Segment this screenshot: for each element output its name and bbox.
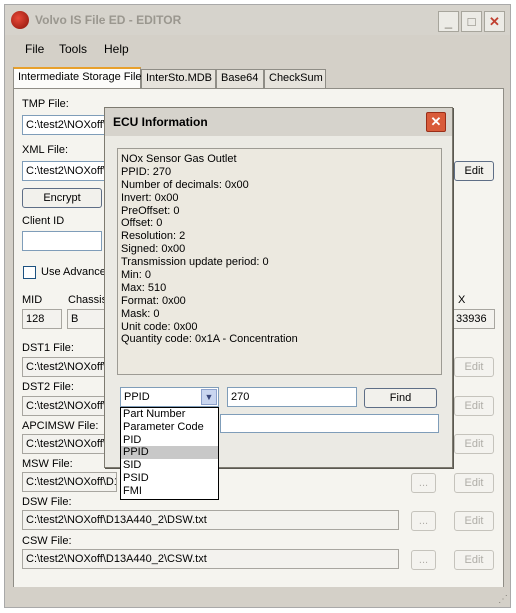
window-title: Volvo IS File ED - EDITOR xyxy=(35,13,182,27)
dst2-edit-button[interactable]: Edit xyxy=(454,396,494,416)
dsw-input[interactable]: C:\test2\NOXoff\D13A440_2\DSW.txt xyxy=(22,510,399,530)
client-id-input[interactable] xyxy=(22,231,102,251)
msw-input[interactable]: C:\test2\NOXoff\D13 xyxy=(22,472,117,492)
dsw-edit-button[interactable]: Edit xyxy=(454,511,494,531)
title-bar[interactable]: Volvo IS File ED - EDITOR _ □ ✕ xyxy=(5,5,510,35)
resize-grip-icon[interactable]: ⋰ xyxy=(498,594,508,605)
info-line: Signed: 0x00 xyxy=(121,243,186,256)
close-button[interactable]: ✕ xyxy=(484,11,505,32)
chevron-down-icon[interactable]: ▼ xyxy=(201,389,217,405)
find-button[interactable]: Find xyxy=(364,388,437,408)
info-line: Number of decimals: 0x00 xyxy=(121,178,249,191)
search-type-dropdown-list: Part Number Parameter Code PID PPID SID … xyxy=(120,407,219,500)
tmp-file-label: TMP File: xyxy=(22,98,69,110)
dst2-input[interactable]: C:\test2\NOXoff\ xyxy=(22,396,112,416)
dropdown-option-fmi[interactable]: FMI xyxy=(121,485,218,498)
client-id-label: Client ID xyxy=(22,215,65,227)
tab-base64[interactable]: Base64 xyxy=(216,69,264,88)
menu-help[interactable]: Help xyxy=(104,42,129,56)
chassis-label: Chassis xyxy=(68,294,108,306)
dropdown-option-part-number[interactable]: Part Number xyxy=(121,408,218,421)
mid-field[interactable]: 128 xyxy=(22,309,62,329)
info-line: Max: 510 xyxy=(121,281,167,294)
apcimsw-label: APCIMSW File: xyxy=(22,420,99,432)
dropdown-option-sid[interactable]: SID xyxy=(121,459,218,472)
menu-bar: File Tools Help xyxy=(5,39,510,59)
csw-edit-button[interactable]: Edit xyxy=(454,550,494,570)
dst1-input[interactable]: C:\test2\NOXoff\ xyxy=(22,357,112,377)
dropdown-option-ppid[interactable]: PPID xyxy=(121,446,218,460)
search-type-value: PPID xyxy=(124,391,150,403)
dst1-label: DST1 File: xyxy=(22,342,74,354)
dsw-browse-button[interactable]: ... xyxy=(411,511,436,531)
info-line: PPID: 270 xyxy=(121,165,172,178)
info-line: Min: 0 xyxy=(121,269,151,282)
chassis-field[interactable]: B xyxy=(67,309,107,329)
info-line: Offset: 0 xyxy=(121,217,163,230)
use-advanced-checkbox[interactable] xyxy=(23,266,36,279)
msw-edit-button[interactable]: Edit xyxy=(454,473,494,493)
result-field[interactable] xyxy=(220,414,439,433)
dialog-title-bar[interactable]: ECU Information ✕ xyxy=(105,108,452,136)
dialog-close-button[interactable]: ✕ xyxy=(426,112,446,132)
tab-checksum[interactable]: CheckSum xyxy=(264,69,326,88)
dst2-label: DST2 File: xyxy=(22,381,74,393)
info-line: Quantity code: 0x1A - Concentration xyxy=(121,333,298,346)
menu-tools[interactable]: Tools xyxy=(59,42,87,56)
xml-edit-button[interactable]: Edit xyxy=(454,161,494,181)
info-line: Format: 0x00 xyxy=(121,294,186,307)
dropdown-option-parameter-code[interactable]: Parameter Code xyxy=(121,421,218,434)
use-advanced-label: Use Advance xyxy=(41,266,106,278)
search-type-combo[interactable]: PPID ▼ xyxy=(120,387,219,407)
search-value-input[interactable]: 270 xyxy=(227,387,357,407)
dropdown-option-pid[interactable]: PID xyxy=(121,434,218,447)
xml-file-label: XML File: xyxy=(22,144,69,156)
mid-label: MID xyxy=(22,294,43,306)
info-line: Unit code: 0x00 xyxy=(121,320,198,333)
tab-intersto-mdb[interactable]: InterSto.MDB xyxy=(141,69,216,88)
encrypt-button[interactable]: Encrypt xyxy=(22,188,102,208)
tab-intermediate-storage-file[interactable]: Intermediate Storage File xyxy=(13,67,142,90)
x-field[interactable]: 33936 xyxy=(452,309,495,329)
apcimsw-input[interactable]: C:\test2\NOXoff\ xyxy=(22,434,112,454)
dropdown-option-psid[interactable]: PSID xyxy=(121,472,218,485)
info-line: PreOffset: 0 xyxy=(121,204,180,217)
apcimsw-edit-button[interactable]: Edit xyxy=(454,434,494,454)
menu-file[interactable]: File xyxy=(25,42,44,56)
dsw-label: DSW File: xyxy=(22,496,72,508)
dialog-title: ECU Information xyxy=(113,115,208,129)
csw-browse-button[interactable]: ... xyxy=(411,550,436,570)
info-line: Resolution: 2 xyxy=(121,230,186,243)
info-line: Invert: 0x00 xyxy=(121,191,179,204)
app-icon xyxy=(11,11,29,29)
maximize-button[interactable]: □ xyxy=(461,11,482,32)
info-line: Mask: 0 xyxy=(121,307,160,320)
ecu-information-dialog: ECU Information ✕ NOx Sensor Gas Outlet … xyxy=(104,107,453,500)
minimize-button[interactable]: _ xyxy=(438,11,459,32)
info-line: NOx Sensor Gas Outlet xyxy=(121,153,237,165)
dst1-edit-button[interactable]: Edit xyxy=(454,357,494,377)
msw-browse-button[interactable]: ... xyxy=(411,473,436,493)
status-bar: ⋰ xyxy=(5,587,510,607)
info-line: Transmission update period: 0 xyxy=(121,256,269,269)
ecu-info-text: NOx Sensor Gas Outlet PPID: 270 Number o… xyxy=(117,148,442,375)
csw-input[interactable]: C:\test2\NOXoff\D13A440_2\CSW.txt xyxy=(22,549,399,569)
csw-label: CSW File: xyxy=(22,535,72,547)
x-label: X xyxy=(458,294,466,306)
msw-label: MSW File: xyxy=(22,458,73,470)
